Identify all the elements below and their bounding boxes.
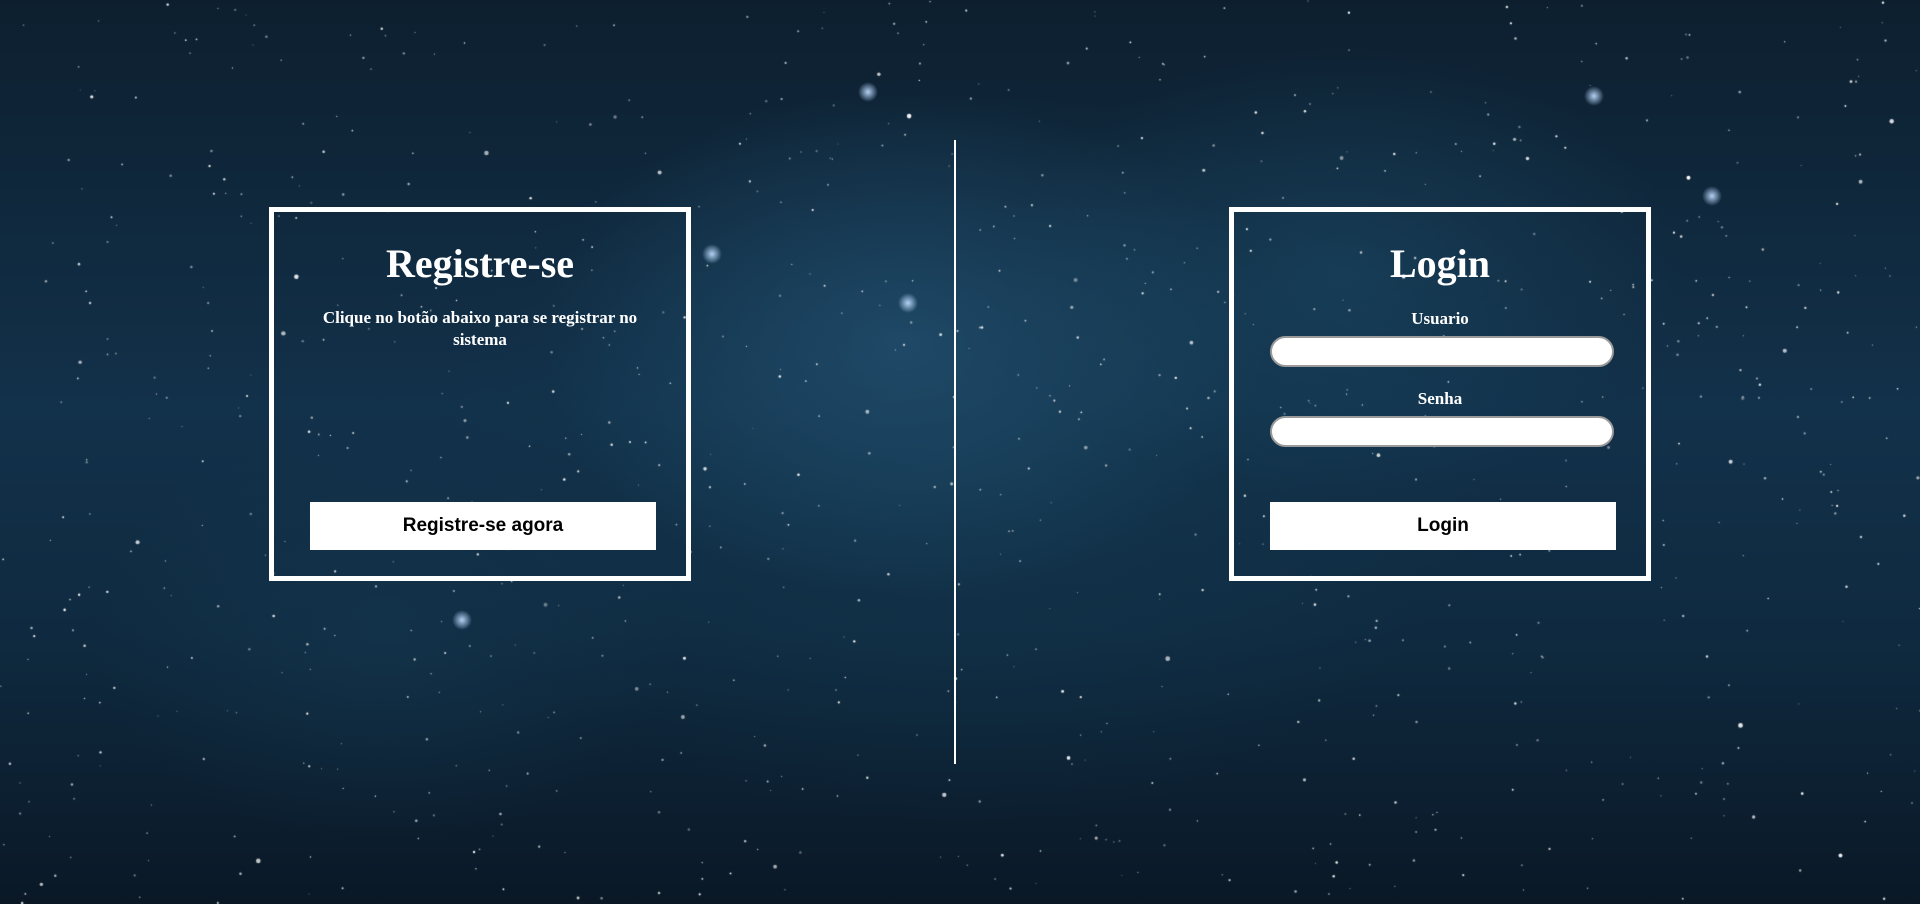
username-input[interactable] (1270, 336, 1614, 367)
password-input[interactable] (1270, 416, 1614, 447)
vertical-divider (954, 140, 956, 764)
login-panel: Login Usuario Senha Login (1229, 207, 1651, 581)
register-title: Registre-se (385, 241, 575, 286)
login-title: Login (1389, 241, 1491, 286)
register-description: Clique no botão abaixo para se registrar… (322, 308, 638, 349)
login-button[interactable]: Login (1270, 502, 1616, 550)
register-now-button[interactable]: Registre-se agora (310, 502, 656, 550)
username-label: Usuario (1411, 309, 1469, 328)
register-panel: Registre-se Clique no botão abaixo para … (269, 207, 691, 581)
password-label: Senha (1417, 389, 1463, 408)
